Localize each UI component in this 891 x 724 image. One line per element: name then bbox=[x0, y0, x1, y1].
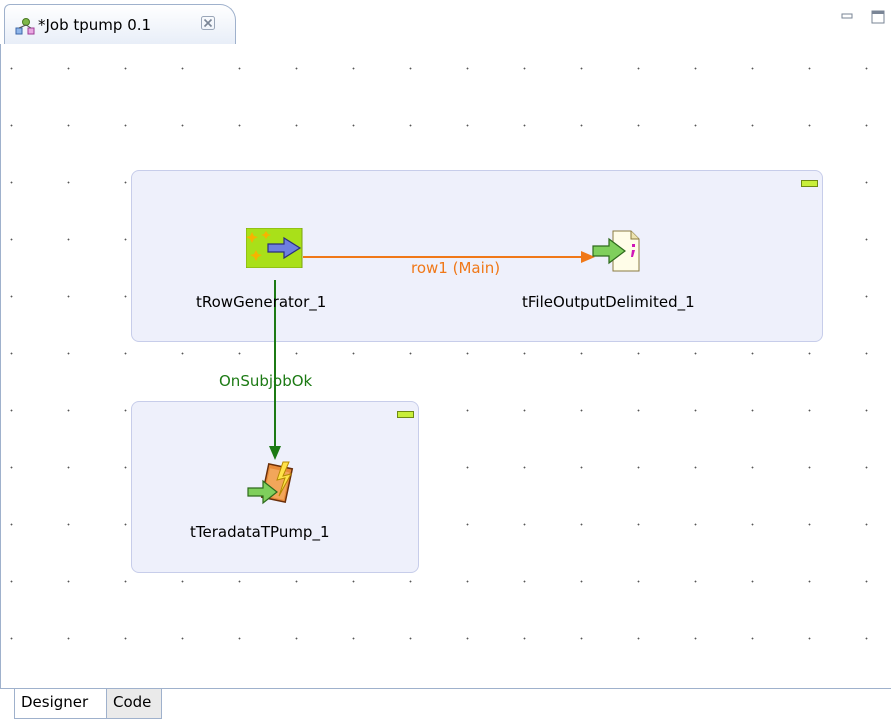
onsubjobok-arrowhead bbox=[269, 446, 281, 460]
file-output-icon bbox=[592, 230, 640, 272]
connection-links bbox=[269, 251, 595, 460]
trigger-link-label[interactable]: OnSubjobOk bbox=[219, 372, 312, 390]
component-file-output-delimited[interactable] bbox=[591, 230, 641, 272]
tab-designer[interactable]: Designer bbox=[14, 689, 107, 719]
tab-code[interactable]: Code bbox=[106, 689, 162, 719]
editor-bottom-tabs: Designer Code bbox=[0, 688, 891, 724]
editor-tab-bar: *Job tpump 0.1 bbox=[0, 0, 891, 44]
minimize-icon[interactable] bbox=[841, 10, 853, 22]
maximize-icon[interactable] bbox=[871, 10, 885, 24]
component-label: tFileOutputDelimited_1 bbox=[522, 293, 695, 311]
tab-title: *Job tpump 0.1 bbox=[38, 16, 152, 34]
close-icon[interactable] bbox=[200, 15, 216, 31]
main-link-label[interactable]: row1 (Main) bbox=[411, 259, 500, 277]
component-label: tTeradataTPump_1 bbox=[190, 523, 330, 541]
component-row-generator[interactable] bbox=[245, 227, 304, 269]
component-teradata-tpump[interactable] bbox=[247, 460, 295, 508]
teradata-tpump-icon bbox=[247, 461, 294, 505]
designer-canvas[interactable]: row1 (Main) OnSubjobOk tRowGenerator_1 t… bbox=[0, 44, 891, 688]
row-generator-icon bbox=[245, 227, 303, 269]
job-editor-tab[interactable]: *Job tpump 0.1 bbox=[4, 4, 236, 44]
component-label: tRowGenerator_1 bbox=[196, 293, 327, 311]
job-icon bbox=[15, 18, 35, 35]
